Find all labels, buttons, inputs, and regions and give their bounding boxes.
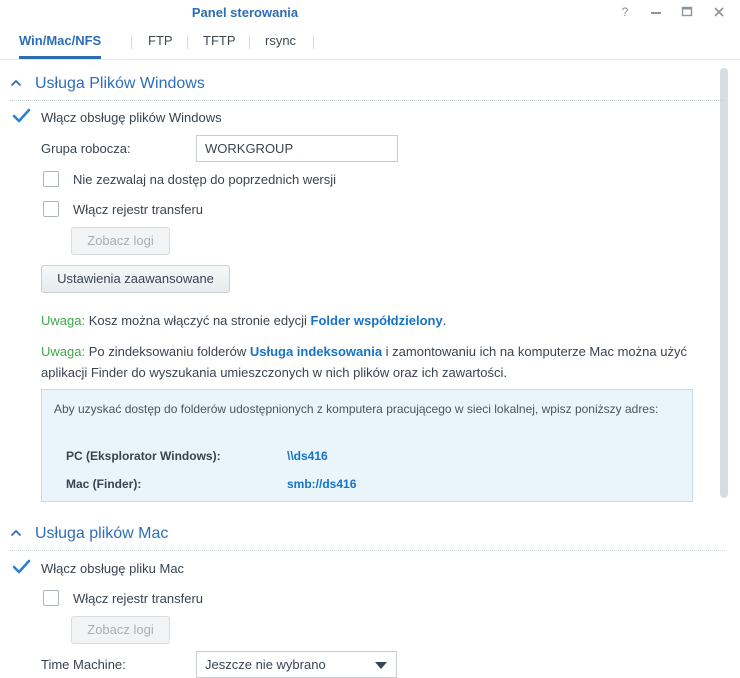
checkmark-icon xyxy=(12,559,31,574)
time-machine-value: Jeszcze nie wybrano xyxy=(205,657,326,672)
window-title: Panel sterowania xyxy=(191,5,299,20)
section-divider xyxy=(10,550,725,551)
tab-divider xyxy=(313,35,314,49)
tab-divider xyxy=(187,35,188,49)
recycle-bin-note: Uwaga: Kosz można włączyć na stronie edy… xyxy=(41,310,721,331)
no-prev-versions-label: Nie zezwalaj na dostęp do poprzednich we… xyxy=(73,172,337,187)
tab-tftp[interactable]: TFTP xyxy=(203,26,236,56)
time-machine-select[interactable]: Jeszcze nie wybrano xyxy=(196,651,397,678)
mac-address-label: Mac (Finder): xyxy=(66,477,142,491)
windows-transfer-log-label: Włącz rejestr transferu xyxy=(73,202,204,217)
windows-section-title: Usługa Plików Windows xyxy=(35,75,205,92)
windows-section-header[interactable]: Usługa Plików Windows xyxy=(0,73,725,101)
tab-rsync[interactable]: rsync xyxy=(265,26,296,56)
note-prefix: Uwaga: xyxy=(41,313,86,328)
mac-transfer-log-checkbox[interactable] xyxy=(43,590,59,606)
section-divider xyxy=(10,100,725,101)
mac-section-title: Usługa plików Mac xyxy=(35,525,169,542)
minimize-icon[interactable] xyxy=(648,4,664,20)
advanced-settings-button[interactable]: Ustawienia zaawansowane xyxy=(41,265,230,293)
mac-view-logs-button[interactable]: Zobacz logi xyxy=(71,616,170,644)
tab-divider xyxy=(131,35,132,49)
chevron-up-icon[interactable] xyxy=(10,77,22,89)
mac-address-value: smb://ds416 xyxy=(287,477,357,491)
enable-mac-checkbox[interactable] xyxy=(12,559,31,576)
dropdown-arrow-icon[interactable] xyxy=(375,662,387,669)
mac-section-header[interactable]: Usługa plików Mac xyxy=(0,523,725,551)
pc-address-label: PC (Eksplorator Windows): xyxy=(66,449,221,463)
no-prev-versions-checkbox[interactable] xyxy=(43,171,59,187)
windows-view-logs-button[interactable]: Zobacz logi xyxy=(71,227,170,255)
help-icon[interactable]: ? xyxy=(617,4,633,20)
note-prefix: Uwaga: xyxy=(41,344,86,359)
indexing-service-link[interactable]: Usługa indeksowania xyxy=(250,344,382,359)
indexing-note: Uwaga: Po zindeksowaniu folderów Usługa … xyxy=(41,341,723,383)
tab-win-mac-nfs[interactable]: Win/Mac/NFS xyxy=(19,26,102,59)
enable-windows-label: Włącz obsługę plików Windows xyxy=(41,110,222,125)
tab-bar: Win/Mac/NFS FTP TFTP rsync xyxy=(0,26,740,60)
enable-mac-label: Włącz obsługę pliku Mac xyxy=(41,561,185,576)
pc-address-value: \\ds416 xyxy=(287,449,328,463)
enable-windows-checkbox[interactable] xyxy=(12,108,31,125)
tab-divider xyxy=(249,35,250,49)
time-machine-label: Time Machine: xyxy=(41,657,126,672)
scrollbar[interactable] xyxy=(720,68,728,498)
maximize-icon[interactable] xyxy=(679,4,695,20)
workgroup-input[interactable]: WORKGROUP xyxy=(196,135,398,162)
mac-transfer-log-label: Włącz rejestr transferu xyxy=(73,591,204,606)
title-bar: Panel sterowania ? xyxy=(0,0,740,26)
note-text: . xyxy=(442,313,447,328)
note-text: Kosz można włączyć na stronie edycji xyxy=(85,313,311,328)
access-info-text: Aby uzyskać dostęp do folderów udostępni… xyxy=(54,402,659,416)
tab-ftp[interactable]: FTP xyxy=(148,26,173,56)
workgroup-label: Grupa robocza: xyxy=(41,141,131,156)
shared-folder-link[interactable]: Folder współdzielony xyxy=(311,313,443,328)
note-text: Po zindeksowaniu folderów xyxy=(85,344,250,359)
access-info-box: Aby uzyskać dostęp do folderów udostępni… xyxy=(41,389,693,502)
close-icon[interactable] xyxy=(711,4,727,20)
chevron-up-icon[interactable] xyxy=(10,527,22,539)
checkmark-icon xyxy=(12,108,31,123)
windows-transfer-log-checkbox[interactable] xyxy=(43,201,59,217)
